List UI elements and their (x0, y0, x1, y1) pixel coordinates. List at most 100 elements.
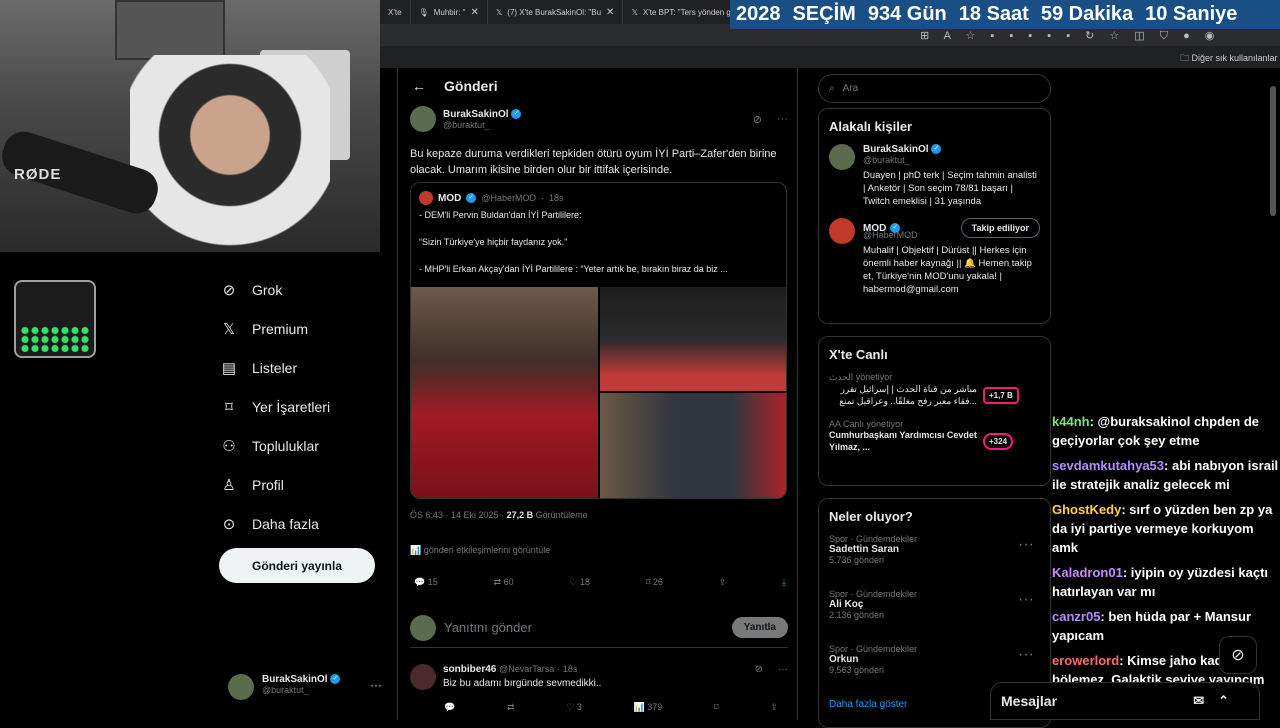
trend-item[interactable]: Spor · Gündemdekiler Ali Koç 2.136 gönde… (829, 589, 1040, 644)
more-icon[interactable]: ··· (370, 678, 382, 692)
grok-icon[interactable]: ⊘ (755, 664, 763, 690)
download-icon[interactable]: ⤓ (782, 577, 786, 588)
reply-input[interactable]: Yanıtını gönder (444, 620, 532, 635)
tab-strip: X'te 🎙 Muhbir: " ✕ 𝕏 (7) X'te BurakSakinOl:… (380, 0, 758, 24)
chat-username[interactable]: k44nh (1052, 414, 1090, 429)
nav-item-lists[interactable]: ▤ Listeler (220, 348, 380, 387)
browser-tab[interactable]: 𝕏 (7) X'te BurakSakinOl: "Bu ✕ (487, 0, 624, 24)
heart-icon: ♡ (566, 702, 577, 712)
share-icon[interactable]: ⇪ (770, 702, 778, 713)
share-icon[interactable]: ⇪ (719, 577, 727, 588)
nav-item-premium[interactable]: 𝕏 Premium (220, 309, 380, 348)
live-item[interactable]: AA Canlı yönetiyor Cumhurbaşkanı Yardımc… (829, 419, 1040, 453)
repost-action[interactable]: ⇄ 60 (494, 577, 514, 588)
views-action[interactable]: 📊 379 (634, 702, 663, 713)
back-arrow-icon[interactable]: ← (412, 78, 426, 94)
chat-username[interactable]: canzr05 (1052, 609, 1100, 624)
compose-message-icon[interactable]: ✉ (1193, 693, 1204, 709)
verified-icon: ✓ (931, 144, 942, 155)
avatar (410, 664, 436, 690)
more-icon[interactable]: ··· (1018, 646, 1034, 664)
browser-tab[interactable]: 🎙 Muhbir: " ✕ (410, 0, 488, 24)
post-button[interactable]: Gönderi yayınla (219, 548, 375, 583)
photo-parliament[interactable] (600, 287, 786, 391)
reply-name: sonbiber46 (443, 664, 497, 675)
mic-icon: 🎙 (418, 7, 429, 17)
repost-count: 60 (503, 577, 514, 587)
more-icon[interactable]: ··· (778, 664, 788, 690)
scrollbar[interactable] (1270, 86, 1276, 216)
profile-icon: ♙ (222, 476, 236, 494)
reply-tweet[interactable]: sonbiber46 @NevarTarsa · 18s Biz bu adam… (410, 664, 788, 713)
reply-icon[interactable]: 💬 (444, 702, 455, 713)
bookmarks-label: Diğer sık kullanılanlar (1191, 53, 1278, 63)
bookmark-action[interactable]: ⌑ 26 (646, 577, 663, 588)
main-column: ← Gönderi BurakSakinOl ✓ @buraktut_ ⊘ ··… (397, 68, 798, 720)
account-switcher[interactable]: BurakSakinOl ✓ @buraktut_ ··· (228, 672, 388, 702)
related-person[interactable]: BurakSakinOl ✓ @buraktut_ Duayen | phD t… (829, 144, 1040, 208)
trend-name: Ali Koç (829, 599, 864, 610)
quote-author: MOD ✓ @HaberMOD · 18s (411, 183, 786, 209)
verified-icon: ✓ (330, 674, 341, 685)
chat-username[interactable]: GhostKedy (1052, 502, 1121, 517)
more-icon[interactable]: ··· (1018, 536, 1034, 554)
nav-label: Profil (252, 476, 284, 493)
folder-icon: 🗀 (1180, 53, 1192, 63)
reply-body: sonbiber46 @NevarTarsa · 18s Biz bu adam… (443, 664, 601, 690)
close-icon[interactable]: ✕ (470, 7, 478, 18)
like-action[interactable]: ♡ 3 (566, 702, 582, 713)
quoted-tweet[interactable]: MOD ✓ @HaberMOD · 18s - DEM'li Pervin Bu… (410, 182, 787, 499)
browser-tab[interactable]: X'te (380, 0, 411, 24)
chevron-up-icon[interactable]: ⌃ (1218, 693, 1229, 709)
nav-item-bookmarks[interactable]: ⌑ Yer İşaretleri (220, 387, 380, 426)
photo-speaker[interactable] (411, 287, 598, 498)
live-count: +324 (983, 432, 1014, 450)
chat-username[interactable]: sevdamkutahya53 (1052, 458, 1164, 473)
nav-label: Premium (252, 320, 309, 337)
nav-label: Topluluklar (252, 437, 319, 454)
reply-button[interactable]: Yanıtla (731, 617, 788, 638)
tweet-meta: ÖS 6:43 · 14 Eki 2025 · 27,2 B Görüntüle… (410, 510, 588, 520)
reply-action[interactable]: 💬 15 (414, 577, 438, 588)
close-icon[interactable]: ✕ (606, 7, 614, 18)
nav-item-more[interactable]: ⊙ Daha fazla (220, 504, 380, 543)
tab-label: X'te BPT: "Ters yönden gir (642, 7, 736, 17)
live-item[interactable]: الحدث yönetiyor مباشر من قناة الحدث | إس… (829, 372, 1040, 407)
avatar[interactable] (410, 106, 436, 132)
grok-icon[interactable]: ⊘ (1219, 636, 1257, 674)
toolbar-icons[interactable]: ⊞ A ☆ ▪ ▪ ▪ ▪ ▪ ↻ ☆ ◫ ⛉ ● ◉ (920, 29, 1220, 43)
chat-separator: : (1122, 565, 1131, 580)
more-icon[interactable]: ··· (1018, 591, 1034, 609)
chat-username[interactable]: erowerlord (1052, 653, 1119, 668)
grok-icon[interactable]: ⊘ (753, 113, 762, 126)
chat-message: GhostKedy: sırf o yüzden ben zp ya da iy… (1052, 500, 1280, 557)
nav-item-grok[interactable]: ⊘ Grok (220, 270, 380, 309)
card-title: X'te Canlı (829, 347, 888, 362)
live-card: X'te Canlı الحدث yönetiyor مباشر من قناة… (818, 336, 1051, 486)
nav-item-profile[interactable]: ♙ Profil (220, 465, 380, 504)
reply-icon: 💬 (414, 577, 428, 587)
trend-item[interactable]: Spor · Gündemdekiler Sadettin Saran 5.73… (829, 534, 1040, 589)
author-text: BurakSakinOl ✓ @buraktut_ (443, 109, 522, 130)
search-box[interactable]: ⌕ Ara (818, 74, 1051, 103)
related-person[interactable]: MOD ✓ Takip ediliyor @HaberMOD Muhalif | O… (829, 218, 1040, 296)
following-button[interactable]: Takip ediliyor (960, 218, 1040, 238)
like-action[interactable]: ♡ 18 (569, 577, 590, 588)
search-input[interactable]: Ara (843, 83, 859, 94)
author-name[interactable]: BurakSakinOl (443, 109, 509, 120)
messages-drawer[interactable]: Mesajlar ✉ ⌃ (990, 682, 1260, 720)
repost-icon[interactable]: ⇄ (507, 702, 515, 713)
chat-message: Kaladron01: iyipin oy yüzdesi kaçtı hatı… (1052, 563, 1280, 601)
person-bio: Muhalif | Objektif | Dürüst || Herkes iç… (863, 245, 1032, 295)
bookmark-icon[interactable]: ⌑ (714, 702, 719, 713)
more-icon[interactable]: ··· (777, 113, 788, 125)
trend-context: Spor · Gündemdekiler (829, 534, 918, 544)
grok-icon: ⊘ (222, 281, 236, 299)
chat-username[interactable]: Kaladron01 (1052, 565, 1123, 580)
nav-item-communities[interactable]: ⚇ Topluluklar (220, 426, 380, 465)
bookmarks-folder[interactable]: 🗀 Diğer sık kullanılanlar (1180, 51, 1278, 67)
photo-official[interactable] (600, 393, 786, 498)
live-host: AA Canlı (829, 419, 865, 429)
tab-label: (7) X'te BurakSakinOl: "Bu (507, 7, 602, 17)
analytics-link[interactable]: 📊 gönderi etkileşimlerini görüntüle (410, 545, 550, 556)
